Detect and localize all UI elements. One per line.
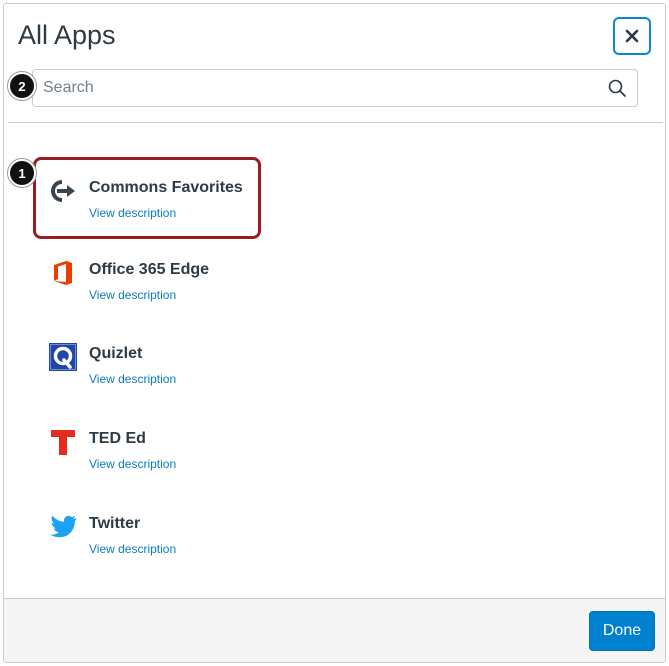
app-list: Commons Favorites View description Offic…	[4, 124, 665, 598]
dialog-title: All Apps	[18, 20, 116, 50]
app-item-twitter[interactable]: Twitter View description	[48, 512, 448, 572]
app-item-quizlet[interactable]: Quizlet View description	[48, 342, 448, 402]
quizlet-icon	[48, 342, 78, 372]
app-name: Office 365 Edge	[89, 261, 210, 278]
view-description-link[interactable]: View description	[89, 288, 176, 302]
app-name: Twitter	[89, 515, 141, 532]
view-description-link[interactable]: View description	[89, 372, 176, 386]
all-apps-dialog: All Apps Commons Favorites View descript…	[3, 3, 666, 663]
view-description-link[interactable]: View description	[89, 542, 176, 556]
ted-ed-icon	[48, 427, 78, 457]
app-item-office-365-edge[interactable]: Office 365 Edge View description	[48, 258, 448, 318]
callout-2: 2	[8, 72, 36, 100]
search-box	[32, 69, 638, 107]
close-icon	[625, 29, 639, 43]
app-item-ted-ed[interactable]: TED Ed View description	[48, 427, 448, 487]
app-name: TED Ed	[89, 430, 146, 447]
office-365-icon	[48, 258, 78, 288]
dialog-footer: Done	[4, 598, 665, 662]
view-description-link[interactable]: View description	[89, 206, 176, 220]
header-divider	[8, 122, 663, 123]
callout-1: 1	[8, 159, 36, 187]
twitter-bird-icon	[48, 512, 78, 542]
close-button[interactable]	[613, 17, 651, 55]
app-item-commons-favorites[interactable]: Commons Favorites View description	[48, 176, 448, 236]
commons-arrow-icon	[48, 176, 78, 206]
app-name: Quizlet	[89, 345, 143, 362]
search-input[interactable]	[43, 70, 593, 106]
search-icon[interactable]	[607, 78, 627, 98]
app-name: Commons Favorites	[89, 179, 243, 196]
view-description-link[interactable]: View description	[89, 457, 176, 471]
done-button[interactable]: Done	[589, 611, 655, 651]
